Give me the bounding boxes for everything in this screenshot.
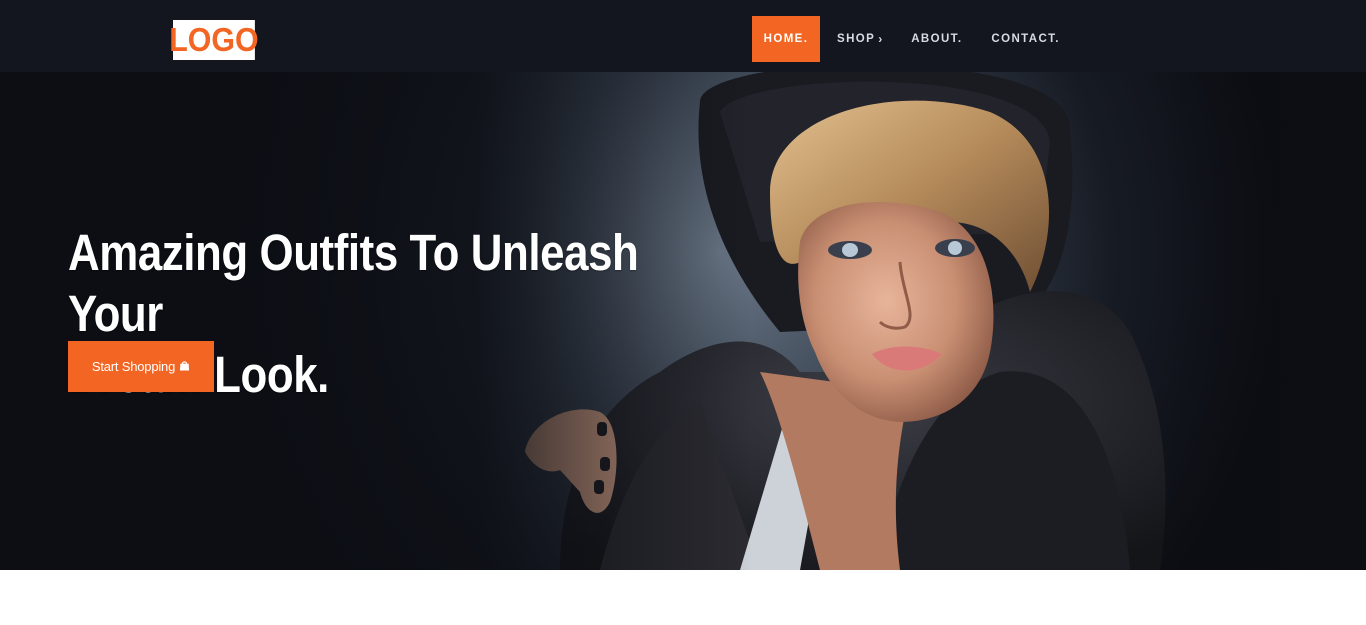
content-area <box>0 570 1366 625</box>
shopping-bag-icon <box>180 361 190 371</box>
nav-home[interactable]: HOME. <box>752 16 820 62</box>
nav-home-label: HOME. <box>763 33 809 45</box>
nav-contact[interactable]: CONTACT. <box>991 16 1059 62</box>
nav-contact-label: CONTACT. <box>991 33 1060 45</box>
nav-shop-label: SHOP <box>837 33 876 45</box>
site-logo[interactable]: LOGO <box>169 20 259 60</box>
start-shopping-label: Start Shopping <box>91 359 176 374</box>
nav-about-label: ABOUT. <box>911 33 963 45</box>
page: LOGO HOME. SHOP › ABOUT. CONTACT. Amazin… <box>0 0 1366 625</box>
chevron-right-icon: › <box>878 32 883 46</box>
hero-headline-line1: Amazing Outfits To Unleash Your <box>68 224 639 342</box>
site-header: LOGO HOME. SHOP › ABOUT. CONTACT. <box>0 0 1366 72</box>
nav-shop[interactable]: SHOP › <box>837 16 882 62</box>
main-nav: HOME. SHOP › ABOUT. CONTACT. <box>752 16 1060 62</box>
nav-about[interactable]: ABOUT. <box>911 16 962 62</box>
hero-banner: Amazing Outfits To Unleash Your Dream Lo… <box>0 72 1366 570</box>
start-shopping-button[interactable]: Start Shopping <box>68 341 214 392</box>
